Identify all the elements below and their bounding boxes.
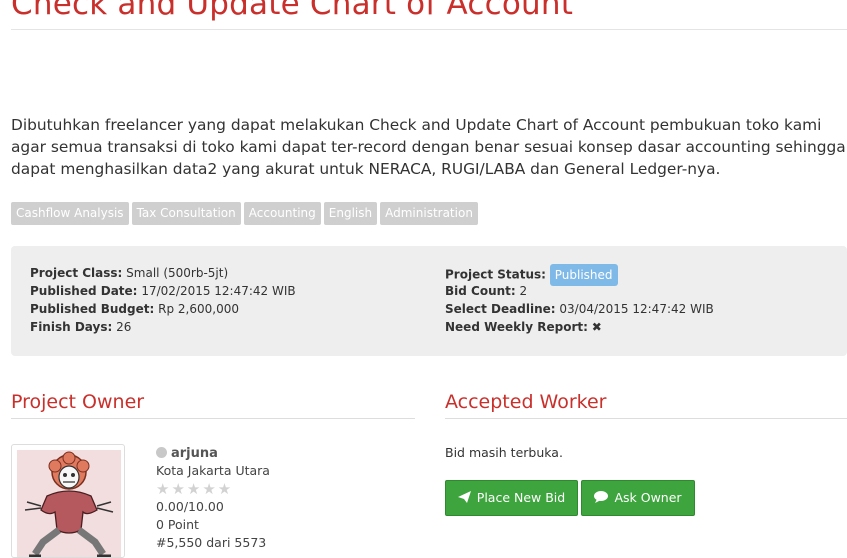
avatar-drawing: [24, 451, 114, 557]
tag-administration[interactable]: Administration: [380, 202, 478, 225]
owner-name-row: arjuna: [156, 444, 270, 462]
project-status-label: Project Status:: [445, 267, 546, 282]
project-status-row: Project Status: Published: [445, 264, 714, 286]
project-info-left: Project Class: Small (500rb-5jt) Publish…: [30, 264, 296, 336]
published-date-label: Published Date:: [30, 284, 138, 298]
avatar-image: [17, 450, 121, 557]
tag-accounting[interactable]: Accounting: [243, 202, 321, 225]
owner-details: arjuna Kota Jakarta Utara ★★★★★ 0.00/10.…: [156, 444, 270, 552]
tag-english[interactable]: English: [323, 202, 378, 225]
weekly-report-label: Need Weekly Report:: [445, 320, 588, 334]
bid-count-value: 2: [519, 284, 528, 298]
owner-username[interactable]: arjuna: [171, 446, 218, 461]
skill-tags: Cashflow Analysis Tax Consultation Accou…: [11, 202, 481, 225]
owner-points: 0 Point: [156, 517, 199, 532]
deadline-value: 03/04/2015 12:47:42 WIB: [559, 302, 714, 316]
project-description: Dibutuhkan freelancer yang dapat melakuk…: [11, 116, 846, 178]
accepted-worker-heading: Accepted Worker: [445, 391, 607, 413]
published-budget-label: Published Budget:: [30, 302, 155, 316]
status-badge: Published: [549, 264, 618, 286]
project-info-right: Project Status: Published Bid Count: 2 S…: [445, 264, 714, 336]
finish-days-row: Finish Days: 26: [30, 318, 296, 336]
deadline-label: Select Deadline:: [445, 302, 556, 316]
bid-count-label: Bid Count:: [445, 284, 516, 298]
published-date-value: 17/02/2015 12:47:42 WIB: [141, 284, 296, 298]
project-class-label: Project Class:: [30, 266, 123, 280]
star-rating-icon: ★★★★★: [156, 480, 234, 498]
status-dot-icon: [156, 447, 167, 458]
accepted-worker-divider: [445, 418, 847, 419]
bid-status-text: Bid masih terbuka.: [445, 445, 563, 460]
project-class-row: Project Class: Small (500rb-5jt): [30, 264, 296, 282]
project-owner-heading: Project Owner: [11, 391, 145, 413]
owner-location: Kota Jakarta Utara: [156, 463, 270, 478]
tag-cashflow-analysis[interactable]: Cashflow Analysis: [11, 202, 129, 225]
place-new-bid-button[interactable]: Place New Bid: [445, 480, 578, 516]
finish-days-label: Finish Days:: [30, 320, 113, 334]
avatar[interactable]: [11, 444, 125, 558]
project-class-value: Small (500rb-5jt): [126, 266, 229, 280]
tag-tax-consultation[interactable]: Tax Consultation: [131, 202, 241, 225]
published-date-row: Published Date: 17/02/2015 12:47:42 WIB: [30, 282, 296, 300]
finish-days-value: 26: [116, 320, 132, 334]
project-info-panel: Project Class: Small (500rb-5jt) Publish…: [11, 246, 847, 356]
weekly-report-row: Need Weekly Report: ✖: [445, 318, 714, 336]
paper-plane-icon: [457, 482, 471, 516]
chat-bubble-icon: [594, 482, 609, 516]
close-icon: ✖: [591, 320, 602, 334]
published-budget-value: Rp 2,600,000: [158, 302, 239, 316]
owner-rating: 0.00/10.00: [156, 499, 224, 514]
page-title: Check and Update Chart of Account: [11, 0, 574, 22]
published-budget-row: Published Budget: Rp 2,600,000: [30, 300, 296, 318]
place-new-bid-label: Place New Bid: [476, 490, 566, 505]
project-owner-divider: [11, 418, 415, 419]
title-divider: [11, 29, 847, 30]
ask-owner-button[interactable]: Ask Owner: [581, 480, 695, 516]
ask-owner-label: Ask Owner: [614, 490, 682, 505]
owner-rank: #5,550 dari 5573: [156, 535, 267, 550]
deadline-row: Select Deadline: 03/04/2015 12:47:42 WIB: [445, 300, 714, 318]
